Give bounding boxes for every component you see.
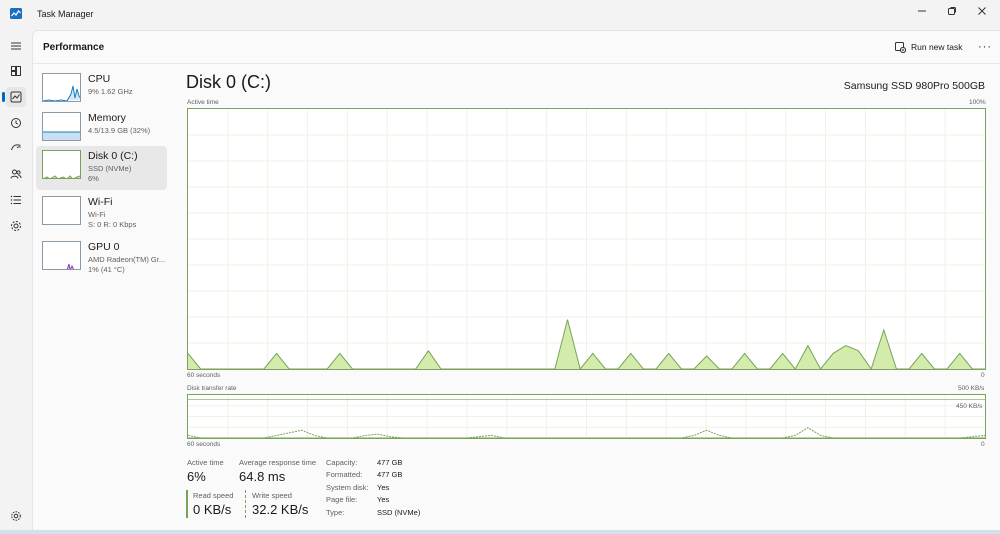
navigation-rail: [0, 30, 32, 534]
active-time-stat-label: Active time: [187, 458, 224, 467]
device-type: SSD (NVMe): [88, 164, 132, 173]
active-time-graph-label: Active time: [187, 99, 219, 106]
restore-icon: [948, 7, 956, 15]
header-divider: [33, 63, 1000, 64]
nav-settings[interactable]: [6, 506, 26, 526]
device-stat: 1% (41 °C): [88, 265, 125, 274]
property-value: 477 GB: [377, 458, 403, 467]
minimize-button[interactable]: [906, 0, 938, 22]
gpu-thumbnail: [42, 241, 81, 270]
title-bar: Task Manager: [0, 0, 1000, 30]
transfer-rate-min-label: 0: [981, 441, 985, 448]
device-stat: 9% 1.62 GHz: [88, 87, 133, 96]
device-type: Wi-Fi: [88, 210, 106, 219]
run-task-icon: [895, 41, 906, 53]
device-disk-0[interactable]: Disk 0 (C:) SSD (NVMe) 6%: [36, 146, 167, 190]
write-speed-indicator: [245, 490, 247, 518]
property-key: Formatted:: [326, 470, 363, 479]
task-manager-window: Task Manager Performance Run new task ··…: [0, 0, 1000, 534]
property-value: Yes: [377, 495, 390, 504]
menu-button[interactable]: [6, 36, 26, 56]
write-speed-value: 32.2 KB/s: [252, 502, 309, 517]
device-name: Disk 0 (C:): [88, 150, 138, 162]
read-speed-value: 0 KB/s: [193, 502, 232, 517]
response-time-label: Average response time: [239, 458, 316, 467]
property-key: System disk:: [326, 483, 369, 492]
run-new-task-label: Run new task: [911, 42, 963, 52]
property-key: Page file:: [326, 495, 358, 504]
device-name: Wi-Fi: [88, 196, 113, 208]
device-name: Memory: [88, 112, 126, 124]
restore-button[interactable]: [936, 0, 968, 22]
nav-performance[interactable]: [2, 87, 26, 107]
nav-startup-apps[interactable]: [6, 138, 26, 158]
property-value: 477 GB: [377, 470, 403, 479]
nav-users[interactable]: [6, 164, 26, 184]
task-manager-app-icon: [10, 8, 22, 19]
nav-services[interactable]: [6, 216, 26, 236]
cpu-thumbnail: [42, 73, 81, 102]
disk-thumbnail: [42, 150, 81, 179]
device-name: GPU 0: [88, 241, 120, 253]
device-wifi[interactable]: Wi-Fi Wi-Fi S: 0 R: 0 Kbps: [36, 192, 167, 236]
transfer-rate-max-label: 500 KB/s: [958, 385, 985, 392]
app-history-icon: [11, 118, 21, 128]
device-stat: 4.5/13.9 GB (32%): [88, 126, 151, 135]
transfer-rate-marker-label: 450 KB/s: [956, 403, 983, 410]
active-time-graph: [187, 108, 986, 370]
device-name: CPU: [88, 73, 111, 85]
nav-app-history[interactable]: [6, 113, 26, 133]
read-speed-indicator: [186, 490, 188, 518]
nav-processes[interactable]: [6, 61, 26, 81]
hamburger-icon: [11, 42, 21, 50]
read-speed-label: Read speed: [193, 491, 234, 500]
detail-title: Disk 0 (C:): [186, 72, 271, 92]
more-options-button[interactable]: ···: [975, 38, 995, 56]
minimize-icon: [918, 10, 926, 12]
device-type: AMD Radeon(TM) Gr...: [88, 255, 166, 264]
memory-thumbnail: [42, 112, 81, 141]
active-time-stat-value: 6%: [187, 469, 206, 484]
settings-icon: [11, 511, 21, 521]
performance-icon: [10, 91, 22, 103]
device-stat: S: 0 R: 0 Kbps: [88, 220, 137, 229]
close-icon: [978, 7, 986, 15]
write-speed-label: Write speed: [252, 491, 292, 500]
nav-details[interactable]: [6, 190, 26, 210]
window-title: Task Manager: [37, 9, 94, 19]
device-cpu[interactable]: CPU 9% 1.62 GHz: [36, 69, 167, 113]
disk-model: Samsung SSD 980Pro 500GB: [843, 80, 985, 92]
run-new-task-button[interactable]: Run new task: [895, 38, 963, 56]
transfer-rate-duration-label: 60 seconds: [187, 441, 221, 448]
response-time-value: 64.8 ms: [239, 469, 286, 484]
processes-icon: [11, 66, 21, 76]
users-icon: [10, 169, 22, 179]
property-key: Type:: [326, 508, 345, 517]
property-value: Yes: [377, 483, 390, 492]
services-icon: [11, 221, 21, 231]
transfer-rate-graph: [187, 394, 986, 439]
page-title: Performance: [43, 42, 105, 53]
property-value: SSD (NVMe): [377, 508, 421, 517]
bottom-accent-strip: [0, 530, 1000, 534]
device-stat: 6%: [88, 174, 99, 183]
device-gpu-0[interactable]: GPU 0 AMD Radeon(TM) Gr... 1% (41 °C): [36, 237, 167, 281]
close-button[interactable]: [966, 0, 998, 22]
active-time-duration-label: 60 seconds: [187, 372, 221, 379]
performance-panel: Performance Run new task ··· CPU 9% 1.62…: [32, 30, 1000, 530]
more-icon: ···: [978, 41, 992, 53]
startup-icon: [11, 144, 21, 151]
wifi-thumbnail: [42, 196, 81, 225]
property-key: Capacity:: [326, 458, 358, 467]
active-time-max-label: 100%: [969, 99, 986, 106]
details-icon: [10, 195, 21, 205]
active-time-min-label: 0: [981, 372, 985, 379]
transfer-rate-graph-label: Disk transfer rate: [187, 385, 237, 392]
